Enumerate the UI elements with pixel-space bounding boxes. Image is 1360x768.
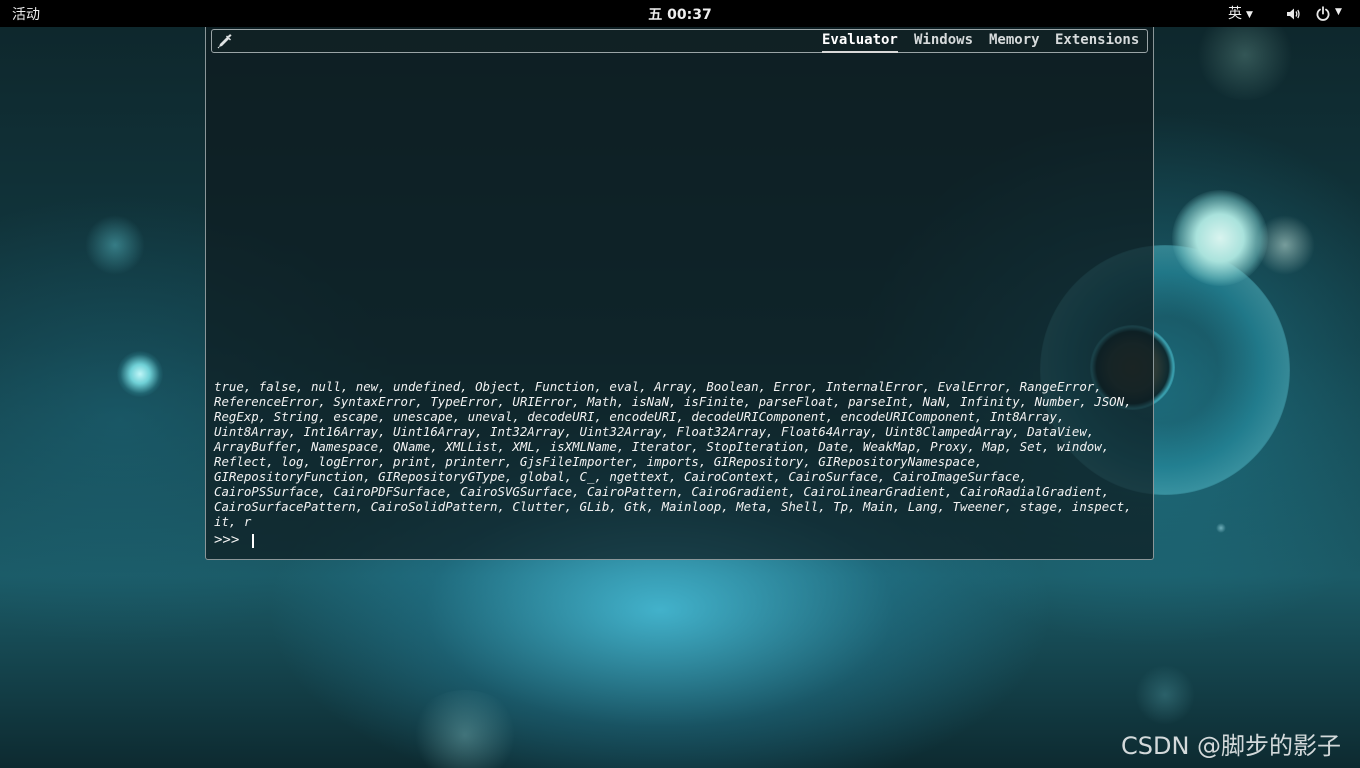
- power-icon: [1316, 6, 1330, 21]
- bokeh-light: [1216, 523, 1226, 533]
- tab-memory[interactable]: Memory: [989, 32, 1040, 48]
- tab-extensions[interactable]: Extensions: [1055, 32, 1139, 48]
- bokeh-light: [1172, 190, 1268, 286]
- bokeh-light: [117, 351, 163, 397]
- bokeh-light: [85, 215, 145, 275]
- looking-glass-toolbar: Evaluator Windows Memory Extensions: [211, 29, 1148, 53]
- prompt-symbol: >>>: [214, 532, 240, 548]
- input-method-menu[interactable]: 英 ▼: [1228, 3, 1253, 23]
- tab-evaluator[interactable]: Evaluator: [822, 32, 898, 53]
- tab-windows[interactable]: Windows: [914, 32, 973, 48]
- bokeh-light: [1255, 215, 1315, 275]
- input-method-label: 英: [1228, 6, 1242, 22]
- eyedropper-icon[interactable]: [216, 33, 234, 49]
- activities-button[interactable]: 活动: [12, 4, 40, 24]
- text-cursor: [252, 534, 254, 548]
- evaluator-output: true, false, null, new, undefined, Objec…: [214, 379, 1140, 529]
- looking-glass-window: Evaluator Windows Memory Extensions true…: [205, 27, 1154, 560]
- bokeh-light: [410, 690, 520, 768]
- chevron-down-icon: ▼: [1335, 7, 1342, 17]
- clock-button[interactable]: 五 00:37: [648, 7, 711, 23]
- bokeh-light: [1135, 665, 1195, 725]
- evaluator-entry-row: >>>: [214, 532, 1144, 550]
- top-bar: 活动 五 00:37 英 ▼ ▼: [0, 0, 1360, 27]
- watermark: CSDN @脚步的影子: [1121, 732, 1342, 760]
- evaluator-input[interactable]: [248, 532, 1128, 550]
- chevron-down-icon: ▼: [1246, 10, 1253, 20]
- audio-volume-icon[interactable]: [1285, 6, 1301, 22]
- clock-area: 五 00:37: [0, 4, 1360, 24]
